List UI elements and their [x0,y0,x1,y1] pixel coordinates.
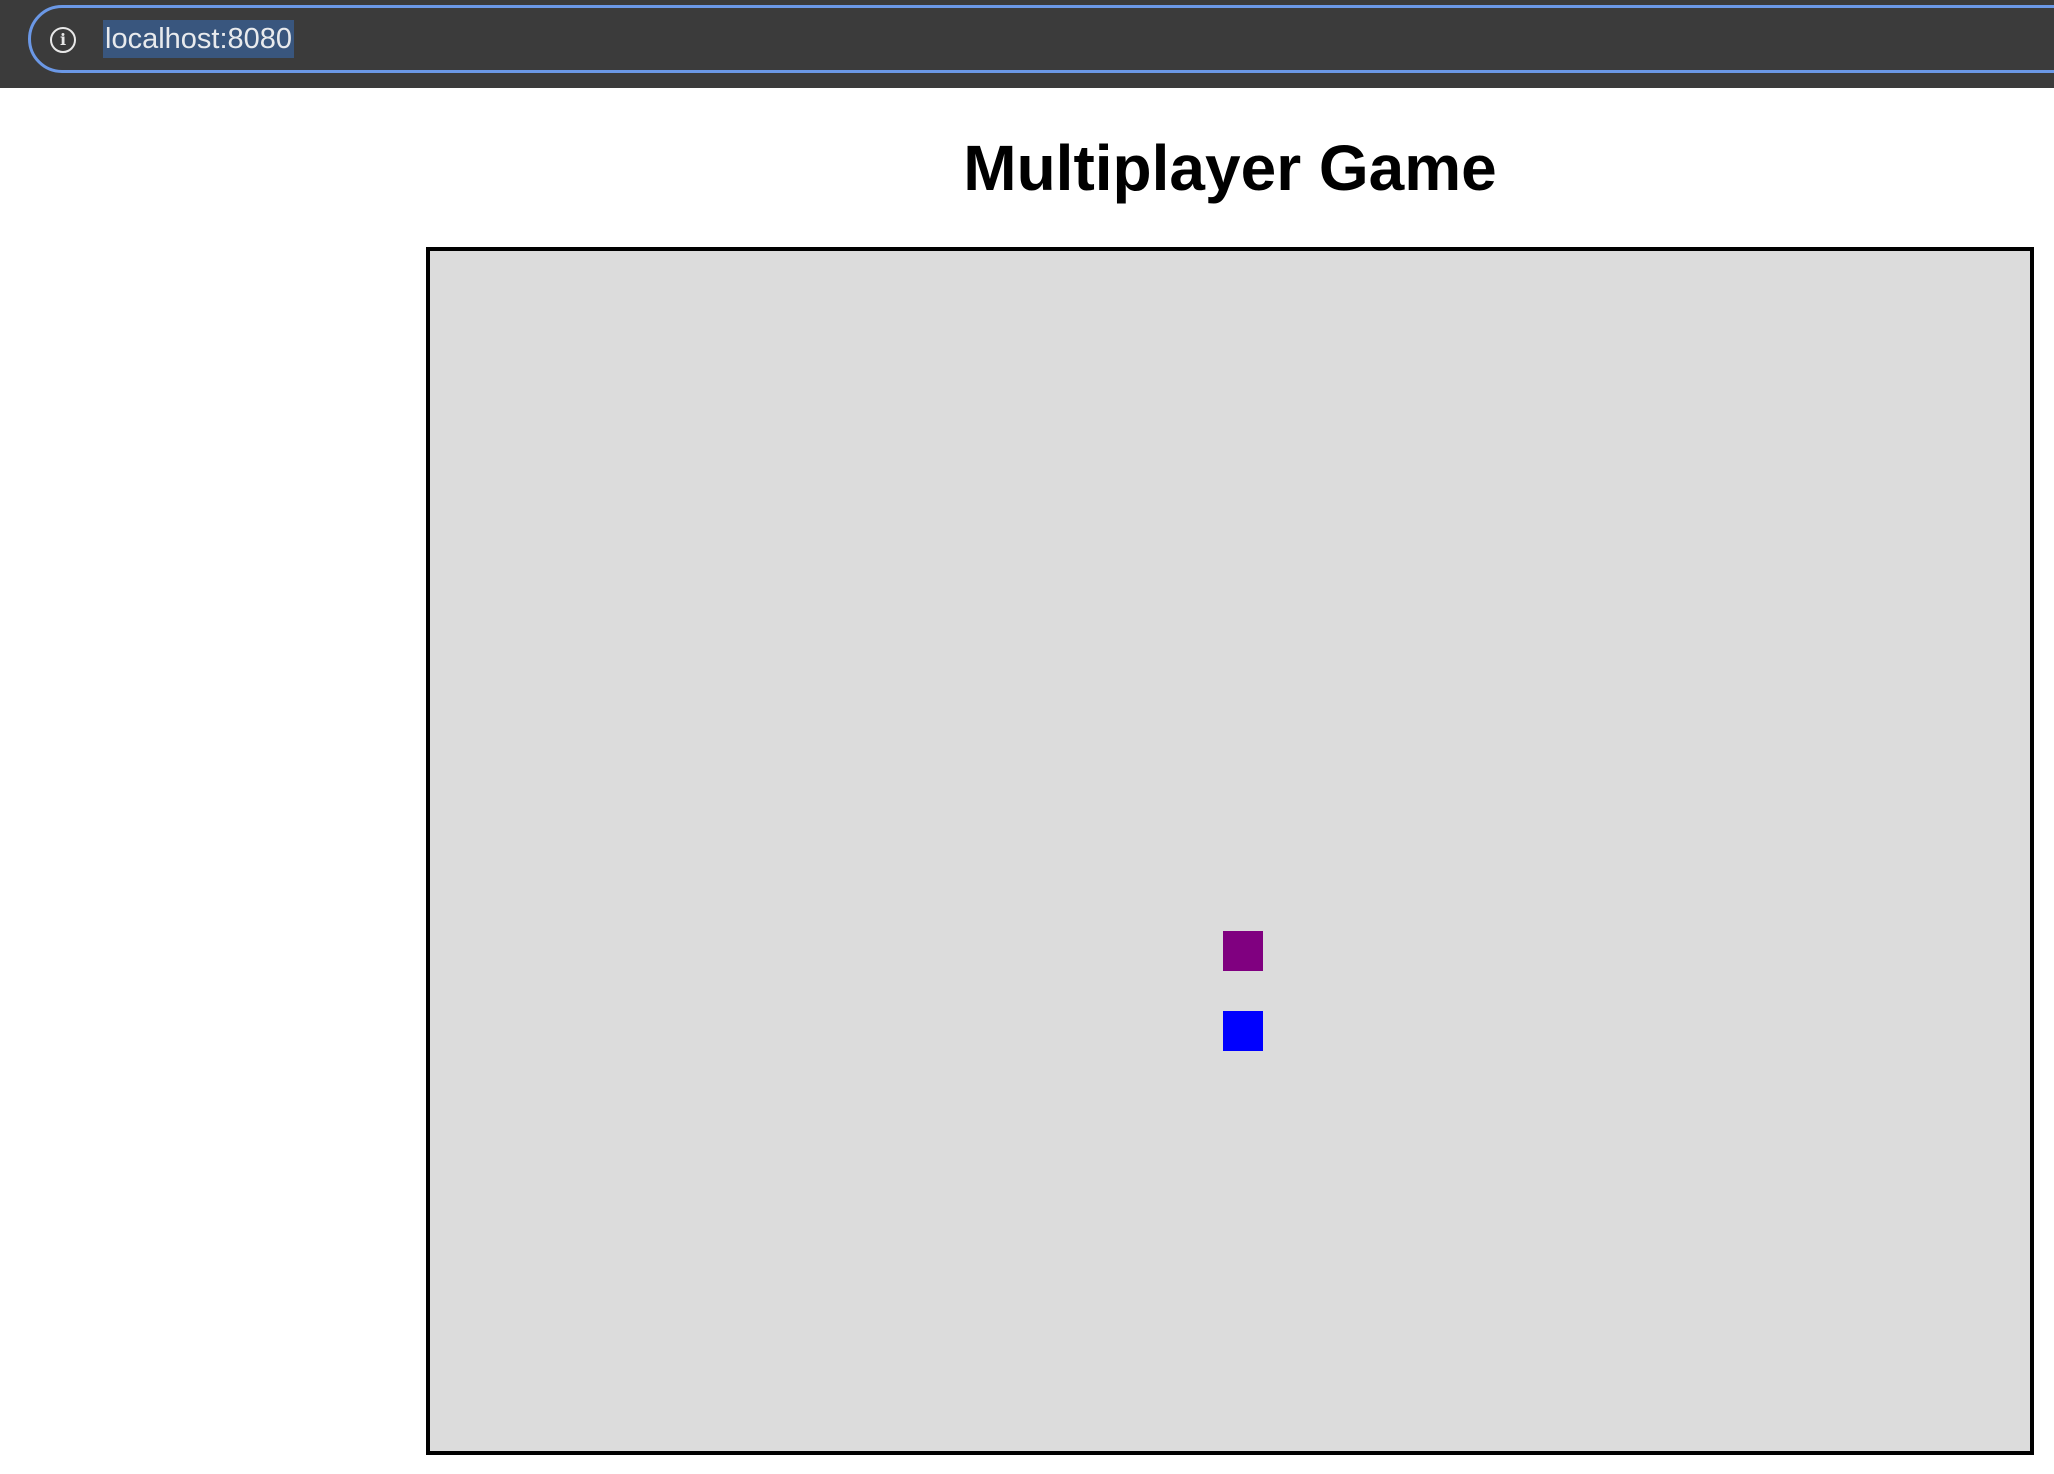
browser-toolbar: i localhost:8080 [0,0,2054,88]
player-purple-square [1223,931,1263,971]
info-circle-icon[interactable]: i [50,27,76,53]
page-title: Multiplayer Game [963,132,1497,204]
address-bar[interactable] [28,5,2054,73]
game-canvas[interactable] [426,247,2034,1455]
player-blue-square [1223,1011,1263,1051]
url-text[interactable]: localhost:8080 [103,20,295,58]
